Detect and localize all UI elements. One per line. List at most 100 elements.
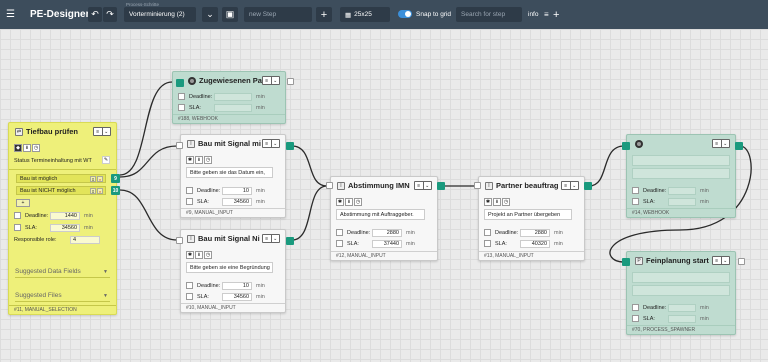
node-menu-button[interactable]: ≡ ⌄ bbox=[414, 181, 432, 190]
input-port[interactable] bbox=[176, 142, 183, 149]
description-field[interactable]: Abstimmung mit Auftraggeber. bbox=[336, 209, 425, 220]
output-port[interactable] bbox=[286, 237, 294, 245]
node-menu-button[interactable]: ≡ ⌄ bbox=[262, 139, 280, 148]
clock-icon[interactable]: ◷ bbox=[354, 198, 362, 206]
sla-checkbox[interactable] bbox=[632, 198, 639, 205]
node-abstimmung-imn[interactable]: I Abstimmung IMN ≡ ⌄ ✱ ⇟ ◷ Abstimmung mit… bbox=[330, 176, 438, 261]
node-header[interactable]: I Partner beauftrag ≡ ⌄ bbox=[479, 177, 584, 194]
option-item[interactable]: Bau ist NICHT möglich ⇕ × bbox=[16, 186, 106, 195]
sla-input[interactable]: 34560 bbox=[50, 223, 80, 232]
output-port[interactable] bbox=[287, 78, 294, 85]
sla-input[interactable] bbox=[668, 197, 696, 206]
output-port[interactable] bbox=[437, 182, 445, 190]
option-port[interactable]: 10 bbox=[111, 186, 120, 195]
deadline-checkbox[interactable] bbox=[632, 187, 639, 194]
sla-checkbox[interactable] bbox=[484, 240, 491, 247]
option-edit-icon[interactable]: ⇕ bbox=[90, 188, 96, 194]
description-field[interactable] bbox=[632, 285, 730, 296]
option-port[interactable]: 9 bbox=[111, 174, 120, 183]
node-header[interactable]: ≡ ⌄ bbox=[627, 135, 735, 152]
gear-icon[interactable]: ✱ bbox=[336, 198, 344, 206]
clock-icon[interactable]: ◷ bbox=[502, 198, 510, 206]
option-delete-icon[interactable]: × bbox=[97, 188, 103, 194]
node-bau-mit-signal-1[interactable]: I Bau mit Signal mi ≡ ⌄ ✱ ⇟ ◷ Bitte geben… bbox=[180, 134, 286, 218]
node-header[interactable]: I Abstimmung IMN ≡ ⌄ bbox=[331, 177, 437, 194]
option-edit-icon[interactable]: ⇕ bbox=[90, 176, 96, 182]
deadline-input[interactable]: 2880 bbox=[372, 228, 402, 237]
role-input[interactable]: 4 bbox=[70, 235, 100, 244]
deadline-input[interactable] bbox=[668, 303, 696, 312]
deadline-checkbox[interactable] bbox=[186, 282, 193, 289]
node-menu-button[interactable]: ≡ ⌄ bbox=[712, 139, 730, 148]
node-header[interactable]: I Bau mit Signal Ni ≡ ⌄ bbox=[181, 230, 285, 247]
option-delete-icon[interactable]: × bbox=[97, 176, 103, 182]
sla-checkbox[interactable] bbox=[186, 293, 193, 300]
sla-checkbox[interactable] bbox=[14, 224, 21, 231]
description-field[interactable] bbox=[632, 155, 730, 166]
node-header[interactable]: ⇄ Tiefbau prüfen ≡ ⌄ bbox=[9, 123, 116, 140]
sla-input[interactable]: 34560 bbox=[222, 292, 252, 301]
node-webhook-14[interactable]: ≡ ⌄ Deadline: min SLA: min #14, WEBHOOK bbox=[626, 134, 736, 218]
sla-input[interactable]: 34560 bbox=[222, 197, 252, 206]
output-port[interactable] bbox=[286, 142, 294, 150]
output-port[interactable] bbox=[735, 142, 743, 150]
node-header[interactable]: I Bau mit Signal mi ≡ ⌄ bbox=[181, 135, 285, 152]
deadline-checkbox[interactable] bbox=[186, 187, 193, 194]
diamond-icon[interactable]: ◆ bbox=[14, 144, 22, 152]
node-menu-button[interactable]: ≡ ⌄ bbox=[262, 76, 280, 85]
input-port[interactable] bbox=[622, 142, 630, 150]
suggested-files-toggle[interactable]: Suggested Files ▼ bbox=[15, 290, 110, 302]
sla-checkbox[interactable] bbox=[336, 240, 343, 247]
description-field[interactable]: Projekt an Partner übergeben bbox=[484, 209, 572, 220]
node-partner-beauftragen[interactable]: I Partner beauftrag ≡ ⌄ ✱ ⇟ ◷ Projekt an … bbox=[478, 176, 585, 261]
sla-input[interactable] bbox=[214, 103, 252, 112]
deadline-input[interactable] bbox=[214, 92, 252, 101]
gear-icon[interactable]: ✱ bbox=[186, 156, 194, 164]
deadline-input[interactable]: 10 bbox=[222, 186, 252, 195]
description-field[interactable] bbox=[632, 272, 730, 283]
deadline-input[interactable]: 2880 bbox=[520, 228, 550, 237]
edit-icon[interactable]: ✎ bbox=[102, 156, 110, 164]
node-menu-button[interactable]: ≡ ⌄ bbox=[712, 256, 730, 265]
option-item[interactable]: Bau ist möglich ⇕ × bbox=[16, 174, 106, 183]
input-port[interactable] bbox=[176, 237, 183, 244]
node-zugewiesenen[interactable]: Zugewiesenen Pa ≡ ⌄ Deadline: min SLA: mi… bbox=[172, 71, 286, 124]
clock-icon[interactable]: ◷ bbox=[204, 251, 212, 259]
deadline-checkbox[interactable] bbox=[336, 229, 343, 236]
input-port[interactable] bbox=[326, 182, 333, 189]
clock-icon[interactable]: ◷ bbox=[204, 156, 212, 164]
node-menu-button[interactable]: ≡ ⌄ bbox=[561, 181, 579, 190]
pin-icon[interactable]: ⇟ bbox=[195, 251, 203, 259]
suggested-data-fields-toggle[interactable]: Suggested Data Fields ▼ bbox=[15, 266, 110, 278]
sla-input[interactable] bbox=[668, 314, 696, 323]
node-menu-button[interactable]: ≡ ⌄ bbox=[93, 127, 111, 136]
node-tiefbau-pruefen[interactable]: ⇄ Tiefbau prüfen ≡ ⌄ ◆ ⇟ ◷ Status Termine… bbox=[8, 122, 120, 315]
sla-checkbox[interactable] bbox=[186, 198, 193, 205]
clock-icon[interactable]: ◷ bbox=[32, 144, 40, 152]
output-port[interactable] bbox=[738, 258, 745, 265]
deadline-checkbox[interactable] bbox=[632, 304, 639, 311]
node-menu-button[interactable]: ≡ ⌄ bbox=[262, 234, 280, 243]
gear-icon[interactable]: ✱ bbox=[484, 198, 492, 206]
input-port[interactable] bbox=[622, 258, 630, 266]
deadline-input[interactable]: 1440 bbox=[50, 211, 80, 220]
node-header[interactable]: P Feinplanung start ≡ ⌄ bbox=[627, 252, 735, 269]
description-field[interactable]: Bitte geben sie eine Begründung bbox=[186, 262, 273, 273]
output-port[interactable] bbox=[584, 182, 592, 190]
gear-icon[interactable]: ✱ bbox=[186, 251, 194, 259]
pin-icon[interactable]: ⇟ bbox=[493, 198, 501, 206]
pin-icon[interactable]: ⇟ bbox=[195, 156, 203, 164]
node-header[interactable]: Zugewiesenen Pa ≡ ⌄ bbox=[173, 72, 285, 89]
input-port[interactable] bbox=[474, 182, 481, 189]
sla-input[interactable]: 40320 bbox=[520, 239, 550, 248]
deadline-input[interactable] bbox=[668, 186, 696, 195]
add-option-button[interactable]: + bbox=[16, 199, 30, 207]
deadline-checkbox[interactable] bbox=[178, 93, 185, 100]
description-field[interactable] bbox=[632, 168, 730, 179]
sla-checkbox[interactable] bbox=[632, 315, 639, 322]
pin-icon[interactable]: ⇟ bbox=[23, 144, 31, 152]
deadline-checkbox[interactable] bbox=[484, 229, 491, 236]
description-field[interactable]: Bitte geben sie das Datum ein, bbox=[186, 167, 273, 178]
sla-input[interactable]: 37440 bbox=[372, 239, 402, 248]
pin-icon[interactable]: ⇟ bbox=[345, 198, 353, 206]
